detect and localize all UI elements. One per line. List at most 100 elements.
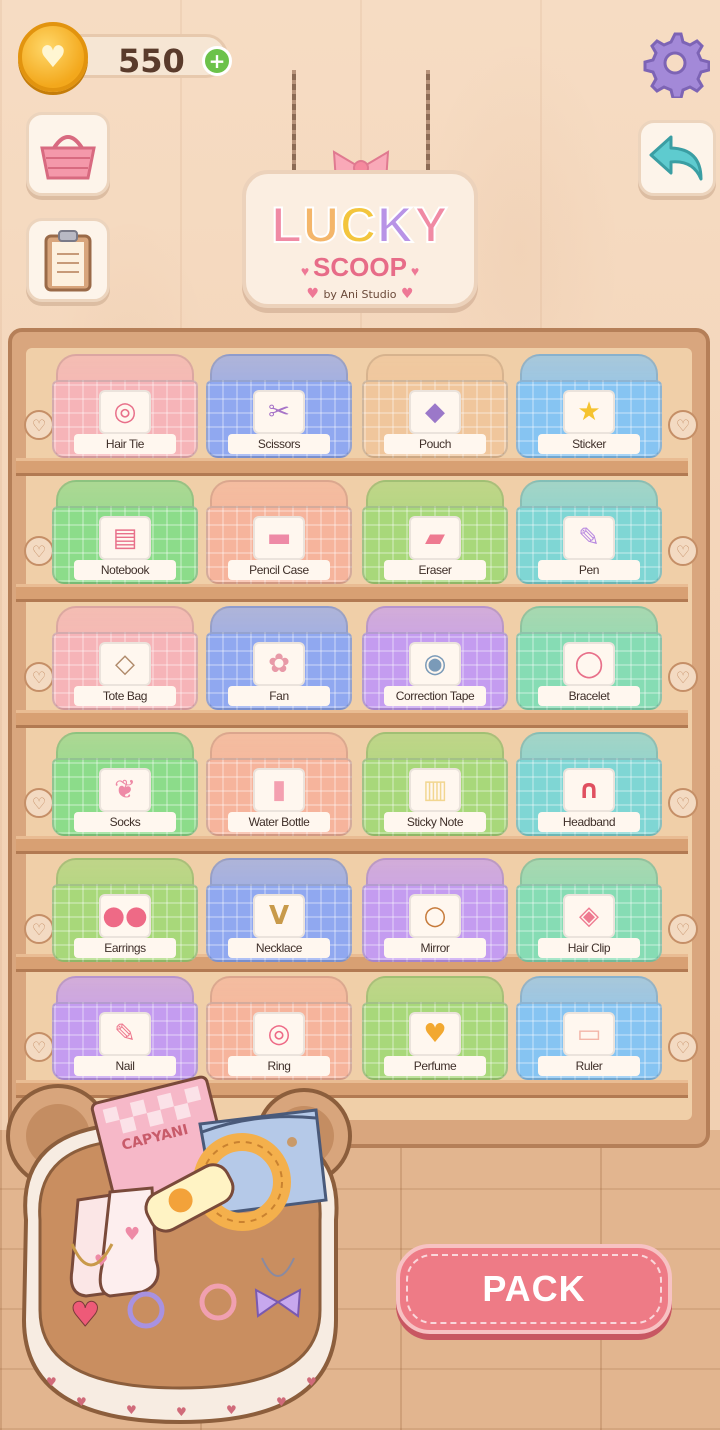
item-box-pen[interactable]: ✎ Pen [516,480,662,584]
svg-text:♥: ♥ [276,1395,287,1409]
item-box-tote-bag[interactable]: ◇ Tote Bag [52,606,198,710]
ring-icon-glyph: ◎ [267,1019,291,1049]
logo-title: LUCKY [270,196,449,254]
item-box-pencil-case[interactable]: ▬ Pencil Case [206,480,352,584]
pencil-case-icon-glyph: ▬ [266,523,292,553]
item-box-hair-tie[interactable]: ◎ Hair Tie [52,354,198,458]
perfume-icon: ♥ [409,1012,461,1056]
item-label: Scissors [228,434,330,454]
necklace-icon-glyph: V [268,901,290,931]
item-label: Ruler [538,1056,640,1076]
back-button[interactable] [638,120,716,196]
notebook-icon-glyph: ▤ [112,523,138,553]
tote-bag-icon-glyph: ◇ [115,649,135,679]
star-sticker-icon: ★ [563,390,615,434]
item-label: Eraser [384,560,486,580]
item-label: Hair Tie [74,434,176,454]
studio-credit: ♥ by Ani Studio ♥ [306,286,414,302]
pen-icon: ✎ [563,516,615,560]
scissors-icon-glyph: ✂ [268,397,290,427]
item-label: Sticky Note [384,812,486,832]
hair-tie-icon-glyph: ◎ [113,397,137,427]
shelf-board [16,458,688,476]
sticky-note-icon-glyph: ▥ [422,775,448,805]
item-box-necklace[interactable]: V Necklace [206,858,352,962]
mirror-icon-glyph: ○ [423,901,447,931]
item-box-nail[interactable]: ✎ Nail [52,976,198,1080]
game-logo-sign: LUCKY ♥ SCOOP ♥ ♥ by Ani Studio ♥ [242,170,478,308]
item-label: Headband [538,812,640,832]
basket-icon [40,135,96,180]
hair-clip-icon: ◈ [563,894,615,938]
item-box-sticky-note[interactable]: ▥ Sticky Note [362,732,508,836]
item-label: Perfume [384,1056,486,1076]
item-box-water-bottle[interactable]: ▮ Water Bottle [206,732,352,836]
item-label: Sticker [538,434,640,454]
bracelet-icon: ◯ [563,642,615,686]
item-box-socks[interactable]: ❦ Socks [52,732,198,836]
svg-text:♥: ♥ [226,1403,237,1417]
eraser-icon: ▰ [409,516,461,560]
heart-peg-icon: ♡ [24,662,54,692]
ruler-icon-glyph: ▭ [576,1019,602,1049]
tote-bag-icon: ◇ [99,642,151,686]
heart-peg-icon: ♡ [24,536,54,566]
item-label: Mirror [384,938,486,958]
order-list-button[interactable] [26,218,110,302]
svg-text:♥: ♥ [124,1224,140,1245]
earrings-icon-glyph: ●● [102,901,148,931]
fan-icon: ✿ [253,642,305,686]
heart-peg-icon: ♡ [24,788,54,818]
svg-text:♥: ♥ [126,1403,137,1417]
item-box-scissors[interactable]: ✂ Scissors [206,354,352,458]
notebook-icon: ▤ [99,516,151,560]
item-box-mirror[interactable]: ○ Mirror [362,858,508,962]
coin-counter: ♥ 550 + [18,22,232,92]
item-box-headband[interactable]: ∩ Headband [516,732,662,836]
item-box-ruler[interactable]: ▭ Ruler [516,976,662,1080]
pack-button[interactable]: PACK [396,1244,672,1334]
item-box-notebook[interactable]: ▤ Notebook [52,480,198,584]
item-box-earrings[interactable]: ●● Earrings [52,858,198,962]
logo-subtitle: ♥ SCOOP ♥ [300,252,420,282]
heart-peg-icon: ♡ [668,662,698,692]
item-label: Pencil Case [228,560,330,580]
item-box-perfume[interactable]: ♥ Perfume [362,976,508,1080]
headband-icon-glyph: ∩ [578,775,600,805]
item-box-eraser[interactable]: ▰ Eraser [362,480,508,584]
heart-peg-icon: ♡ [24,914,54,944]
item-label: Notebook [74,560,176,580]
back-arrow-icon [649,135,703,181]
item-label: Hair Clip [538,938,640,958]
add-coins-button[interactable]: + [202,46,232,76]
item-box-fan[interactable]: ✿ Fan [206,606,352,710]
headband-icon: ∩ [563,768,615,812]
item-label: Pouch [384,434,486,454]
item-box-ring[interactable]: ◎ Ring [206,976,352,1080]
packing-basket: ♥ ♥ ♥ ♥ ♥ ♥ ♥ CAPYANI ♥ ♥ ♥ [6,1070,352,1426]
sticky-note-icon: ▥ [409,768,461,812]
perfume-icon-glyph: ♥ [423,1019,447,1049]
shelf-board [16,584,688,602]
eraser-icon-glyph: ▰ [425,523,445,553]
heart-peg-icon: ♡ [668,536,698,566]
socks-icon-glyph: ❦ [114,775,136,805]
hair-clip-icon-glyph: ◈ [579,901,599,931]
item-label: Correction Tape [384,686,486,706]
fan-icon-glyph: ✿ [268,649,290,679]
star-sticker-icon-glyph: ★ [577,397,601,427]
item-box-hair-clip[interactable]: ◈ Hair Clip [516,858,662,962]
heart-peg-icon: ♡ [668,1032,698,1062]
heart-peg-icon: ♡ [24,410,54,440]
earrings-icon: ●● [99,894,151,938]
clipboard-icon [44,230,92,292]
item-box-correction-tape[interactable]: ◉ Correction Tape [362,606,508,710]
shop-basket-button[interactable] [26,112,110,196]
necklace-icon: V [253,894,305,938]
settings-button[interactable] [638,26,712,100]
item-box-pouch[interactable]: ◆ Pouch [362,354,508,458]
item-box-bracelet[interactable]: ◯ Bracelet [516,606,662,710]
item-box-star-sticker[interactable]: ★ Sticker [516,354,662,458]
bracelet-icon-glyph: ◯ [574,649,604,679]
svg-text:♥: ♥ [76,1395,87,1409]
